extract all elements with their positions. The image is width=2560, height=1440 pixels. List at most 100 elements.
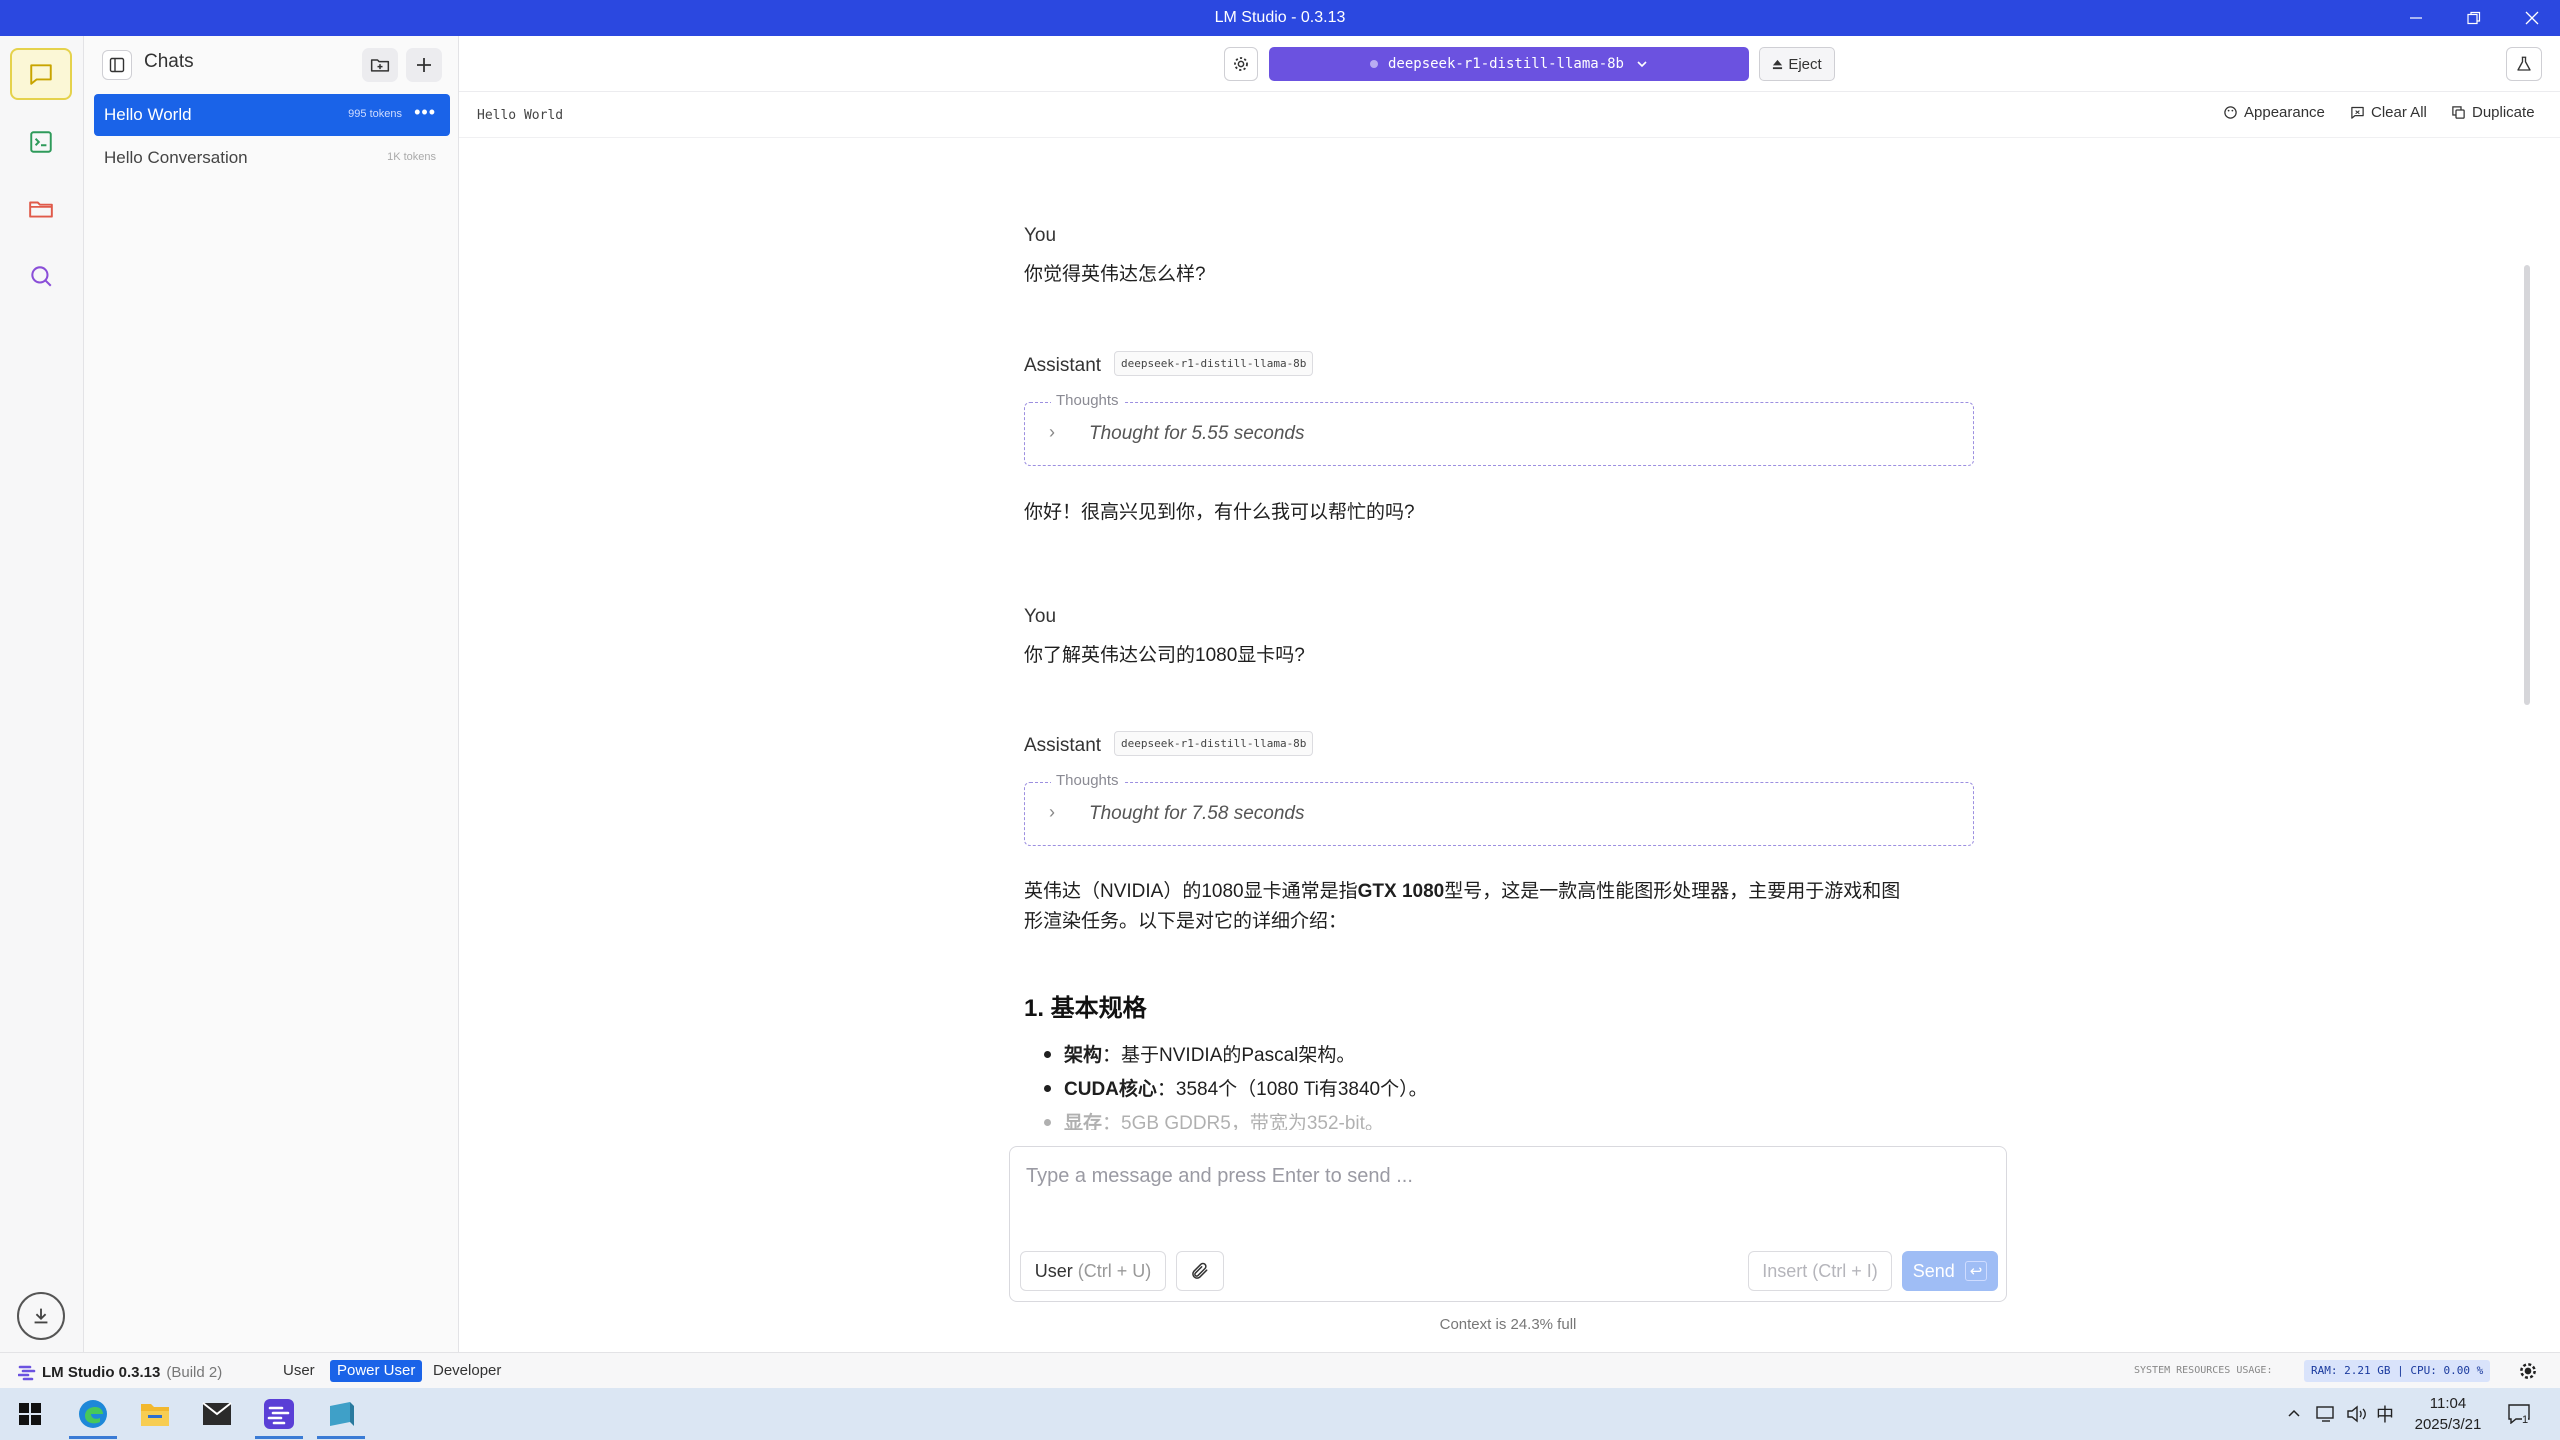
role-label: User (1034, 1260, 1073, 1281)
taskbar-lmstudio[interactable] (259, 1394, 299, 1434)
eject-button[interactable]: Eject (1759, 47, 1835, 81)
send-label: Send (1912, 1260, 1955, 1281)
more-options-icon[interactable]: ••• (414, 102, 436, 123)
attach-button[interactable] (1176, 1251, 1224, 1291)
duplicate-button[interactable]: Duplicate (2451, 104, 2535, 121)
lmstudio-app-icon (264, 1399, 294, 1429)
restore-icon (2467, 11, 2481, 25)
minimize-icon (2410, 17, 2422, 19)
new-chat-button[interactable] (406, 48, 442, 82)
sidebar-header: Chats (84, 36, 459, 92)
rail-developer-button[interactable] (10, 116, 72, 168)
chat-item-hello-conversation[interactable]: Hello Conversation 1K tokens (94, 137, 450, 179)
insert-button[interactable]: Insert (Ctrl + I) (1748, 1251, 1892, 1291)
conversation-scrollbar[interactable] (2524, 265, 2530, 705)
clock-date: 2025/3/21 (2414, 1416, 2482, 1433)
mode-developer[interactable]: Developer (426, 1360, 508, 1382)
enter-key-icon: ↩ (1964, 1261, 1988, 1281)
current-chat-title[interactable]: Hello World (477, 108, 563, 123)
taskbar-mail[interactable] (197, 1394, 237, 1434)
nav-rail (0, 36, 84, 1352)
conversation: You 你觉得英伟达怎么样? Assistant deepseek-r1-dis… (1024, 140, 1974, 1130)
toggle-sidebar-button[interactable] (102, 50, 132, 80)
close-button[interactable] (2504, 0, 2560, 36)
list-item-label: 架构 (1064, 1045, 1103, 1066)
tray-overflow-icon[interactable] (2286, 1388, 2302, 1440)
user-message: 你了解英伟达公司的1080显卡吗? (1024, 645, 1305, 666)
clear-all-button[interactable]: Clear All (2350, 104, 2427, 121)
file-explorer-icon (141, 1404, 169, 1426)
message-composer[interactable]: Type a message and press Enter to send .… (1009, 1146, 2007, 1302)
ime-indicator[interactable]: 中 (2376, 1388, 2394, 1440)
message-role-assistant: Assistant (1024, 735, 1102, 756)
eject-icon (1773, 59, 1783, 69)
thoughts-block[interactable]: Thoughts › Thought for 7.58 seconds (1024, 772, 1974, 846)
reply-text: 形渲染任务。以下是对它的详细介绍： (1024, 911, 1348, 932)
list-item-text: ：5GB GDDR5，带宽为352-bit。 (1102, 1113, 1384, 1130)
model-tag: deepseek-r1-distill-llama-8b (1114, 351, 1314, 376)
minimize-button[interactable] (2388, 0, 2444, 36)
title-bar: LM Studio - 0.3.13 (0, 0, 2560, 36)
download-icon (34, 1308, 48, 1324)
resources-value[interactable]: RAM: 2.21 GB | CPU: 0.00 % (2304, 1360, 2491, 1382)
network-icon[interactable] (2316, 1388, 2336, 1440)
gear-icon (2520, 1363, 2536, 1379)
insert-shortcut: (Ctrl + I) (1812, 1260, 1878, 1281)
model-tag: deepseek-r1-distill-llama-8b (1114, 731, 1314, 756)
start-button[interactable] (10, 1394, 50, 1434)
chat-item-hello-world[interactable]: Hello World 995 tokens ••• (94, 94, 450, 136)
lmstudio-logo-icon (18, 1365, 36, 1381)
experiments-button[interactable] (2506, 47, 2542, 81)
model-selector[interactable]: deepseek-r1-distill-llama-8b (1269, 47, 1749, 81)
app-name: LM Studio 0.3.13 (42, 1363, 161, 1381)
reply-text: 英伟达（NVIDIA）的1080显卡通常是指 (1024, 881, 1358, 902)
clear-chat-icon (2351, 106, 2364, 119)
status-bar: LM Studio 0.3.13 (Build 2) User Power Us… (0, 1352, 2560, 1388)
top-toolbar: deepseek-r1-distill-llama-8b Eject (459, 36, 2560, 92)
role-toggle-button[interactable]: User (Ctrl + U) (1020, 1251, 1166, 1291)
mode-power-user[interactable]: Power User (330, 1360, 423, 1382)
restore-button[interactable] (2446, 0, 2502, 36)
rail-chat-button[interactable] (10, 48, 72, 100)
bullet-dot (1044, 1119, 1051, 1126)
plus-icon (417, 58, 431, 72)
bullet-dot (1044, 1085, 1051, 1092)
system-clock[interactable]: 11:04 2025/3/21 (2400, 1393, 2496, 1435)
taskbar-app[interactable] (321, 1394, 361, 1434)
mode-user[interactable]: User (276, 1360, 322, 1382)
model-settings-button[interactable] (1224, 47, 1258, 81)
chevron-down-icon (1637, 61, 1647, 68)
rail-models-button[interactable] (10, 183, 72, 235)
downloads-button[interactable] (17, 1292, 65, 1340)
flask-icon (2517, 56, 2531, 71)
thought-duration: Thought for 5.55 seconds (1089, 423, 1305, 444)
taskbar-edge[interactable] (73, 1394, 113, 1434)
notification-count: 1 (2522, 1414, 2529, 1426)
bullet-dot (1044, 1051, 1051, 1058)
chat-item-tokens: 995 tokens (348, 108, 402, 120)
chat-subheader: Hello World Appearance Clear All Duplica… (459, 92, 2560, 138)
app-settings-button[interactable] (2518, 1361, 2538, 1386)
mail-icon (202, 1402, 232, 1425)
message-role-assistant: Assistant (1024, 355, 1102, 376)
volume-icon[interactable] (2346, 1388, 2368, 1440)
copy-icon (2452, 106, 2465, 119)
notifications-button[interactable]: 1 (2508, 1388, 2530, 1440)
appearance-button[interactable]: Appearance (2223, 104, 2325, 121)
app-window-icon (330, 1402, 354, 1426)
rail-discover-button[interactable] (10, 250, 72, 302)
model-icon (1369, 60, 1378, 68)
taskbar-explorer[interactable] (135, 1394, 175, 1434)
active-indicator (69, 1436, 117, 1439)
new-folder-button[interactable] (362, 48, 398, 82)
duplicate-label: Duplicate (2472, 104, 2535, 121)
thoughts-block[interactable]: Thoughts › Thought for 5.55 seconds (1024, 392, 1974, 466)
send-button[interactable]: Send ↩ (1902, 1251, 1998, 1291)
message-input[interactable]: Type a message and press Enter to send .… (1026, 1165, 1413, 1188)
user-message: 你觉得英伟达怎么样? (1024, 264, 1206, 285)
gear-icon (1234, 57, 1248, 71)
active-indicator (255, 1436, 303, 1439)
search-icon (31, 266, 52, 287)
thoughts-label: Thoughts (1051, 392, 1124, 409)
list-item-text: ：基于NVIDIA的Pascal架构。 (1102, 1045, 1356, 1066)
